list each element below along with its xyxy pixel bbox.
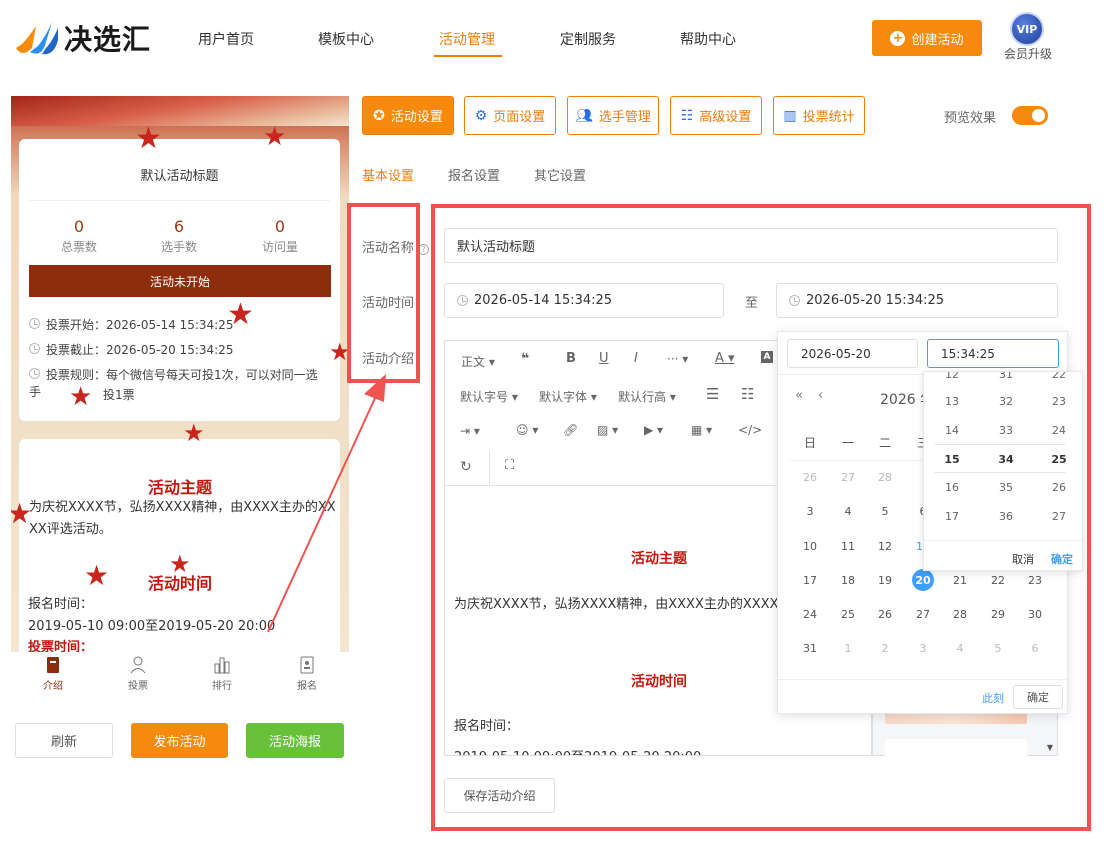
publish-activity-button[interactable]: 发布活动: [131, 723, 228, 758]
vote-start-text: 投票开始：2026-05-14 15:34:25: [46, 318, 234, 332]
clock-icon: [29, 343, 40, 354]
subtab-signup-settings[interactable]: 报名设置: [448, 165, 500, 184]
activity-summary-card: 默认活动标题 0 总票数 6 选手数 0 访问量 活动未开始 投票开始：2026…: [19, 139, 340, 421]
nav-templates[interactable]: 模板中心: [318, 29, 374, 49]
star-decoration-icon: ★: [135, 121, 162, 156]
tab-page-settings[interactable]: ⚙ 页面设置: [464, 96, 556, 135]
banner-decoration: [11, 96, 349, 126]
stat-contestants: 6: [173, 217, 185, 236]
star-decoration-icon: ★: [84, 559, 110, 592]
annotation-form-highlight: [431, 204, 1091, 831]
signup-icon: [300, 656, 314, 674]
tabbar-ranking[interactable]: 排行: [192, 656, 252, 692]
tab-activity-settings[interactable]: ✪ 活动设置: [362, 96, 454, 135]
vote-start-line: 投票开始：2026-05-14 15:34:25: [29, 316, 233, 333]
ranking-icon: [214, 657, 230, 674]
gear-icon: ⚙: [474, 107, 488, 124]
section-theme-title: 活动主题: [147, 478, 212, 497]
signup-time-value: 2019-05-10 09:00至2019-05-20 20:00: [28, 619, 276, 634]
subtab-basic-settings[interactable]: 基本设置: [362, 165, 414, 184]
stat-contestants-label: 选手数: [160, 240, 197, 254]
create-activity-label: 创建活动: [911, 32, 964, 48]
activity-title: 默认活动标题: [140, 169, 219, 184]
top-header: 决选汇 用户首页 模板中心 活动管理 定制服务 帮助中心 + 创建活动 VIP …: [0, 0, 1117, 80]
star-decoration-icon: ★: [227, 297, 254, 332]
tab-advanced-settings[interactable]: ☷ 高级设置: [670, 96, 762, 135]
list-gear-icon: ☷: [680, 107, 694, 124]
section-theme-text: 为庆祝XXXX节，弘扬XXXX精神，由XXXX主办的XX XX评选活动。: [29, 500, 336, 537]
info-icon: [29, 368, 40, 379]
create-activity-button[interactable]: + 创建活动: [872, 20, 982, 56]
users-icon: 👥︎: [575, 107, 593, 124]
stat-visits: 0: [274, 217, 286, 236]
bar-chart-icon: ▥: [783, 107, 797, 124]
star-circle-icon: ✪: [373, 107, 385, 124]
user-icon: [130, 656, 146, 674]
signup-time-label: 报名时间：: [28, 597, 94, 612]
vote-end-text: 投票截止：2026-05-20 15:34:25: [46, 343, 234, 357]
star-decoration-icon: ★: [169, 550, 191, 578]
mobile-preview: 默认活动标题 0 总票数 6 选手数 0 访问量 活动未开始 投票开始：2026…: [11, 96, 349, 652]
plus-circle-icon: +: [890, 30, 906, 46]
nav-custom-service[interactable]: 定制服务: [560, 29, 616, 49]
activity-status-bar: 活动未开始: [29, 265, 331, 297]
nav-home[interactable]: 用户首页: [198, 29, 254, 49]
logo-icon: [16, 22, 58, 55]
tab-contestant-management[interactable]: 👥︎ 选手管理: [567, 96, 659, 135]
star-decoration-icon: ★: [69, 382, 93, 412]
vote-time-label: 投票时间：: [28, 640, 94, 652]
vote-rule-line-2: 投1票: [103, 388, 135, 402]
activity-poster-button[interactable]: 活动海报: [246, 723, 344, 758]
star-decoration-icon: ★: [11, 497, 33, 530]
nav-activity-management[interactable]: 活动管理: [439, 29, 495, 49]
tabbar-signup[interactable]: 报名: [277, 656, 337, 692]
book-icon: [47, 657, 59, 673]
stat-total-votes-label: 总票数: [60, 240, 97, 254]
divider: [29, 200, 330, 201]
preview-toggle[interactable]: [1012, 106, 1048, 125]
tab-vote-statistics[interactable]: ▥ 投票统计: [773, 96, 865, 135]
nav-active-indicator: [434, 55, 502, 57]
stat-total-votes: 0: [73, 217, 85, 236]
star-decoration-icon: ★: [263, 122, 287, 152]
refresh-button[interactable]: 刷新: [15, 723, 113, 758]
annotation-label-highlight: [347, 203, 420, 383]
vip-upgrade-label[interactable]: 会员升级: [1004, 45, 1052, 62]
stat-visits-label: 访问量: [261, 240, 298, 254]
clock-icon: [29, 318, 40, 329]
subtab-other-settings[interactable]: 其它设置: [534, 165, 586, 184]
brand-name: 决选汇: [64, 23, 152, 56]
star-decoration-icon: ★: [183, 419, 205, 447]
star-decoration-icon: ★: [329, 338, 349, 366]
vip-badge-icon[interactable]: VIP: [1010, 12, 1044, 46]
vote-end-line: 投票截止：2026-05-20 15:34:25: [29, 341, 233, 358]
nav-help[interactable]: 帮助中心: [680, 29, 736, 49]
preview-label: 预览效果: [944, 111, 997, 126]
tabbar-intro[interactable]: 介绍: [23, 656, 83, 692]
tabbar-vote[interactable]: 投票: [108, 656, 168, 692]
